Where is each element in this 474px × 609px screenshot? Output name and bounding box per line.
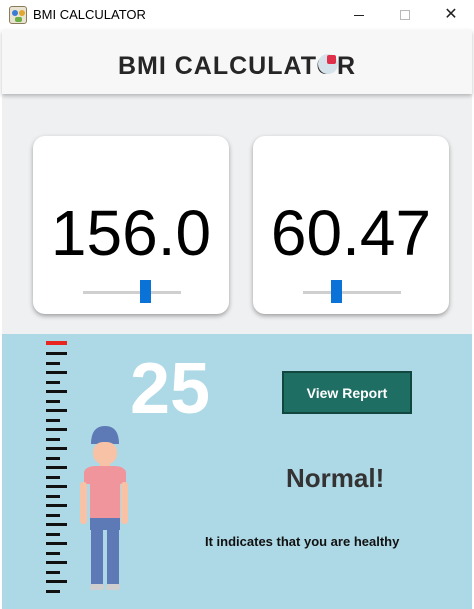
ruler-icon — [46, 352, 68, 593]
ruler-tick — [46, 504, 67, 507]
ruler-tick — [46, 361, 60, 365]
ruler-tick — [46, 494, 60, 498]
ruler-tick — [46, 513, 60, 517]
ruler-tick — [46, 428, 67, 431]
weight-value: 60.47 — [270, 197, 432, 269]
height-slider[interactable] — [83, 280, 181, 303]
page-title: BMI CALCULATOR — [117, 52, 357, 80]
ruler-tick — [46, 561, 67, 564]
input-panel: 156.0 60.47 — [2, 94, 472, 334]
ruler-tick — [46, 589, 60, 593]
minimize-icon — [354, 14, 364, 16]
ruler-tick — [46, 371, 67, 374]
maximize-button[interactable] — [382, 0, 428, 30]
weight-card: 60.47 — [253, 136, 449, 314]
height-value: 156.0 — [50, 197, 212, 269]
ruler-tick — [46, 390, 67, 393]
window-title: BMI CALCULATOR — [33, 7, 146, 22]
ruler-tick — [46, 447, 67, 450]
maximize-icon — [400, 10, 410, 20]
ruler-tick — [46, 380, 60, 384]
ruler-tick — [46, 523, 67, 526]
close-button[interactable]: ✕ — [428, 0, 474, 30]
ruler-tick — [46, 485, 67, 488]
title-bar: BMI CALCULATOR ✕ — [0, 0, 474, 30]
ruler-tick — [46, 580, 67, 583]
ruler-tick — [46, 352, 67, 355]
bmi-value: 25 — [130, 349, 211, 429]
ruler-tick — [46, 399, 60, 403]
view-report-button[interactable]: View Report — [282, 371, 412, 414]
weight-slider-thumb[interactable] — [331, 280, 342, 303]
ruler-tick — [46, 475, 60, 479]
close-icon: ✕ — [444, 6, 458, 23]
bmi-status: Normal! — [286, 463, 385, 493]
ruler-tick — [46, 437, 60, 441]
app-header: BMI CALCULATOR — [2, 30, 472, 94]
result-panel: 25 View Report Normal! It indicates that… — [2, 334, 472, 609]
ruler-tick — [46, 532, 60, 536]
weight-slider[interactable] — [303, 280, 401, 303]
ruler-tick — [46, 551, 60, 555]
logo-badge-icon — [318, 54, 338, 74]
ruler-top-marker — [46, 341, 67, 345]
app-logo-icon — [9, 6, 27, 24]
height-card: 156.0 — [33, 136, 229, 314]
ruler-tick — [46, 542, 67, 545]
ruler-tick — [46, 456, 60, 460]
ruler-tick — [46, 409, 67, 412]
ruler-tick — [46, 466, 67, 469]
person-icon — [80, 426, 128, 590]
ruler-tick — [46, 570, 60, 574]
bmi-message: It indicates that you are healthy — [205, 534, 400, 549]
minimize-button[interactable] — [336, 0, 382, 30]
height-slider-thumb[interactable] — [140, 280, 151, 303]
ruler-tick — [46, 418, 60, 422]
